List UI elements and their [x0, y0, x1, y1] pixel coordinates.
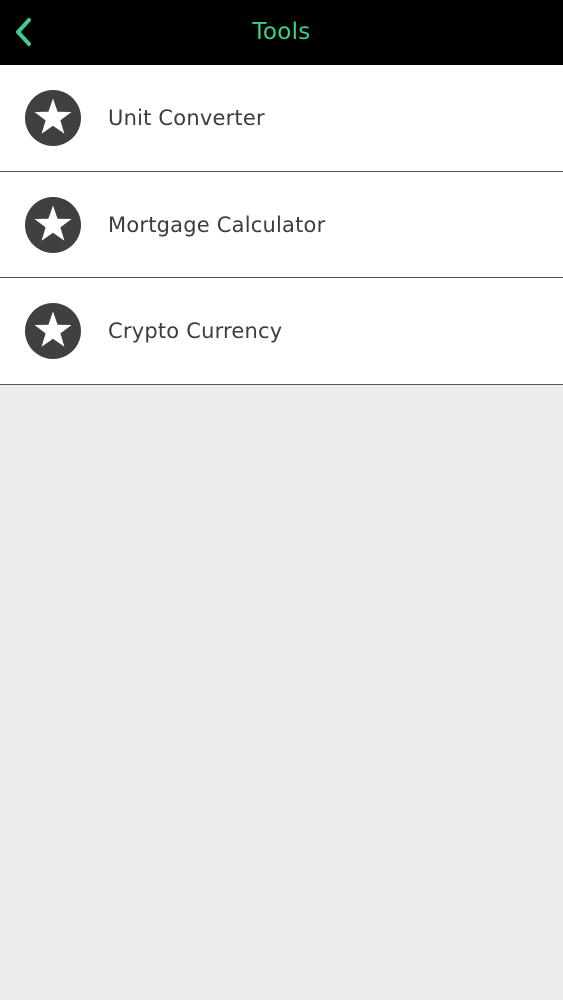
tool-item-label: Unit Converter — [108, 105, 265, 130]
navigation-bar: Tools — [0, 0, 563, 65]
tools-screen: Tools Unit Converter Mortgage Calculator — [0, 0, 563, 1000]
star-icon — [24, 89, 82, 147]
tool-item-label: Crypto Currency — [108, 319, 283, 344]
star-icon — [24, 196, 82, 254]
tool-item-mortgage-calculator[interactable]: Mortgage Calculator — [0, 171, 563, 279]
tools-list: Unit Converter Mortgage Calculator Crypt… — [0, 65, 563, 386]
chevron-left-icon — [16, 18, 31, 46]
tool-item-crypto-currency[interactable]: Crypto Currency — [0, 278, 563, 386]
tool-item-unit-converter[interactable]: Unit Converter — [0, 65, 563, 172]
back-button[interactable] — [4, 12, 44, 52]
tool-item-label: Mortgage Calculator — [108, 212, 326, 237]
page-title: Tools — [252, 19, 311, 45]
star-icon — [24, 302, 82, 360]
